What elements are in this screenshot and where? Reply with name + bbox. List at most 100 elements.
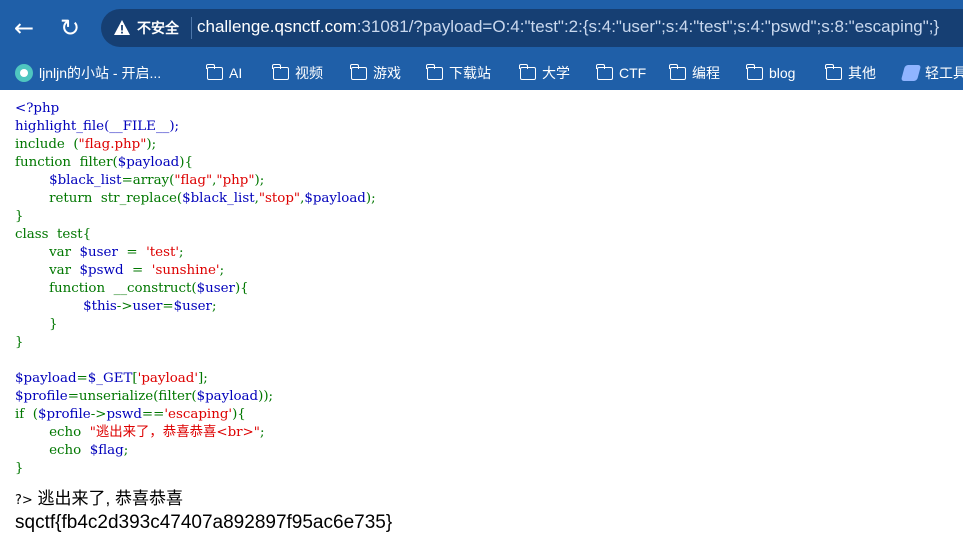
code-variable: $flag	[89, 443, 124, 458]
bookmark-ljnljn[interactable]: ljnljn的小站 - 开启...	[15, 56, 161, 90]
code-token: var	[49, 245, 80, 260]
code-variable: $payload	[304, 191, 366, 206]
address-bar[interactable]: 不安全 challenge.qsnctf.com:31081/?payload=…	[101, 9, 963, 47]
bookmark-label: 视频	[295, 65, 323, 81]
code-variable: $_GET	[87, 371, 133, 386]
code-token: =	[76, 371, 88, 386]
code-variable: $this	[83, 299, 117, 314]
bookmark-folder-programming[interactable]: 编程	[669, 56, 720, 90]
code-token: }	[49, 317, 58, 332]
code-string: 'escaping'	[164, 407, 233, 422]
bookmark-folder-blog[interactable]: blog	[746, 56, 795, 90]
site-icon	[15, 64, 33, 82]
code-variable: $user	[79, 245, 118, 260]
code-string: "逃出来了，恭喜恭喜<br>"	[89, 425, 260, 440]
code-token: );	[146, 137, 157, 152]
code-token: ){	[232, 407, 246, 422]
code-token: =	[162, 299, 174, 314]
code-variable: $payload	[15, 371, 77, 386]
folder-icon	[206, 63, 223, 80]
code-token: =unserialize(filter(	[67, 389, 197, 404]
code-token: echo	[49, 425, 90, 440]
bookmark-label: 轻工具	[925, 65, 963, 81]
code-token: ){	[179, 155, 194, 170]
bookmark-folder-other[interactable]: 其他	[825, 56, 876, 90]
flag-output: sqctf{fb4c2d393c47407a892897f95ac6e735}	[15, 512, 393, 533]
bookmark-label: 大学	[542, 65, 570, 81]
code-token: class test{	[15, 227, 92, 242]
browser-toolbar: ← ↻ 不安全 challenge.qsnctf.com:31081/?payl…	[0, 0, 963, 56]
folder-icon	[746, 63, 763, 80]
bookmark-folder-ctf[interactable]: CTF	[596, 56, 647, 90]
code-token: =	[123, 263, 152, 278]
code-token: );	[365, 191, 376, 206]
code-variable: $profile	[37, 407, 91, 422]
code-token: ){	[234, 281, 249, 296]
bookmark-light-tools[interactable]: 轻工具	[900, 56, 963, 90]
bookmark-label: 编程	[692, 65, 720, 81]
code-variable: user	[132, 299, 163, 314]
warning-icon[interactable]	[113, 19, 131, 37]
code-variable: $payload	[196, 389, 259, 404]
code-token: function filter(	[15, 155, 118, 170]
reload-icon: ↻	[59, 14, 81, 42]
code-token: var	[49, 263, 80, 278]
address-divider	[191, 17, 192, 39]
bookmark-label: 其他	[848, 65, 876, 81]
bookmark-folder-university[interactable]: 大学	[519, 56, 570, 90]
code-token: if (	[15, 407, 38, 422]
bookmark-folder-downloads[interactable]: 下载站	[426, 56, 491, 90]
folder-icon	[596, 63, 613, 80]
code-token: return str_replace(	[49, 191, 183, 206]
code-variable: $profile	[15, 389, 68, 404]
escape-message: 逃出来了, 恭喜恭喜	[37, 489, 183, 508]
code-token: }	[15, 335, 24, 350]
folder-icon	[825, 63, 842, 80]
code-variable: $user	[173, 299, 212, 314]
code-token: ;	[211, 299, 217, 314]
bookmark-folder-games[interactable]: 游戏	[350, 56, 401, 90]
code-token: ==	[141, 407, 165, 422]
code-variable: $black_list	[49, 173, 122, 188]
bookmark-label: ljnljn的小站 - 开启...	[39, 65, 162, 81]
bookmark-label: 下载站	[449, 65, 491, 81]
code-string: "flag.php"	[78, 137, 147, 152]
page-content: <?php highlight_file(__FILE__); include …	[0, 90, 963, 557]
url-text[interactable]: challenge.qsnctf.com:31081/?payload=O:4:…	[197, 17, 939, 37]
code-token: );	[254, 173, 265, 188]
code-token: ;	[259, 425, 265, 440]
folder-icon	[350, 63, 367, 80]
url-path: :31081/?payload=O:4:"test":2:{s:4:"user"…	[356, 17, 940, 36]
reload-button[interactable]: ↻	[52, 10, 88, 46]
php-source-code: <?php highlight_file(__FILE__); include …	[15, 100, 376, 478]
code-token: =	[117, 245, 147, 260]
code-token: echo	[49, 443, 90, 458]
back-button[interactable]: ←	[6, 10, 42, 46]
code-token: }	[15, 461, 24, 476]
code-token: =array(	[121, 173, 175, 188]
security-status-label[interactable]: 不安全	[137, 18, 179, 38]
bookmark-label: AI	[229, 65, 243, 81]
folder-icon	[669, 63, 686, 80]
code-token: ;	[179, 245, 184, 260]
code-variable: $black_list	[182, 191, 255, 206]
bookmark-folder-ai[interactable]: AI	[206, 56, 243, 90]
code-variable: $payload	[117, 155, 180, 170]
code-string: "stop"	[258, 191, 301, 206]
php-close-tag: ?>	[15, 493, 33, 508]
code-line: highlight_file(__FILE__);	[15, 119, 180, 134]
code-variable: pswd	[106, 407, 142, 422]
code-token: ->	[90, 407, 107, 422]
code-token: ));	[258, 389, 274, 404]
code-token: ;	[123, 443, 129, 458]
code-token: }	[15, 209, 24, 224]
folder-icon	[519, 63, 536, 80]
output-message-line: ?> 逃出来了, 恭喜恭喜	[15, 484, 183, 509]
bookmark-label: CTF	[619, 65, 647, 81]
bookmark-folder-video[interactable]: 视频	[272, 56, 323, 90]
code-string: "php"	[216, 173, 255, 188]
code-token: ];	[198, 371, 208, 386]
tool-icon	[900, 65, 922, 81]
code-token: function __construct(	[49, 281, 197, 296]
code-string: "flag"	[174, 173, 213, 188]
